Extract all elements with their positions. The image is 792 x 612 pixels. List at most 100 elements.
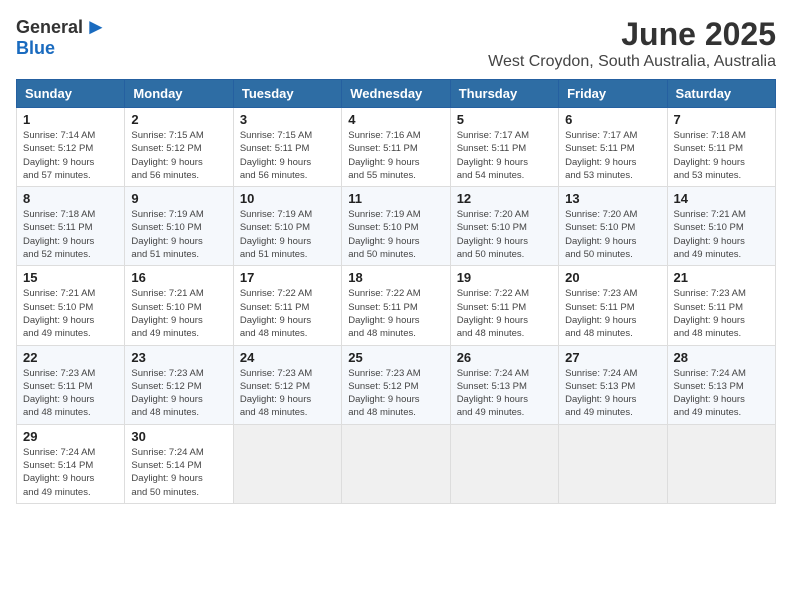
calendar-cell: 10 Sunrise: 7:19 AM Sunset: 5:10 PM Dayli… xyxy=(233,187,341,266)
day-info: Sunrise: 7:23 AM Sunset: 5:11 PM Dayligh… xyxy=(565,287,660,340)
calendar-cell: 15Sunrise: 7:21 AM Sunset: 5:10 PM Dayli… xyxy=(17,266,125,345)
day-number: 15 xyxy=(23,270,118,285)
calendar-cell xyxy=(667,424,775,503)
day-info: Sunrise: 7:17 AM Sunset: 5:11 PM Dayligh… xyxy=(457,129,552,182)
day-number: 28 xyxy=(674,350,769,365)
day-info: Sunrise: 7:23 AM Sunset: 5:12 PM Dayligh… xyxy=(131,367,226,420)
day-number: 6 xyxy=(565,112,660,127)
calendar-cell: 22Sunrise: 7:23 AM Sunset: 5:11 PM Dayli… xyxy=(17,345,125,424)
logo: General ► Blue xyxy=(16,16,107,59)
calendar-cell xyxy=(233,424,341,503)
day-number: 14 xyxy=(674,191,769,206)
day-number: 16 xyxy=(131,270,226,285)
day-number: 25 xyxy=(348,350,443,365)
day-number: 12 xyxy=(457,191,552,206)
weekday-header-cell: Friday xyxy=(559,80,667,108)
day-info: Sunrise: 7:19 AM Sunset: 5:10 PM Dayligh… xyxy=(240,208,335,261)
day-number: 29 xyxy=(23,429,118,444)
calendar-cell: 6Sunrise: 7:17 AM Sunset: 5:11 PM Daylig… xyxy=(559,108,667,187)
logo-general-text: General xyxy=(16,17,83,38)
calendar-cell: 5 Sunrise: 7:17 AM Sunset: 5:11 PM Daylig… xyxy=(450,108,558,187)
calendar-cell: 13 Sunrise: 7:20 AM Sunset: 5:10 PM Dayli… xyxy=(559,187,667,266)
calendar-cell: 4 Sunrise: 7:16 AM Sunset: 5:11 PM Daylig… xyxy=(342,108,450,187)
calendar-cell xyxy=(450,424,558,503)
day-number: 20 xyxy=(565,270,660,285)
calendar-cell: 24 Sunrise: 7:23 AM Sunset: 5:12 PM Dayli… xyxy=(233,345,341,424)
day-number: 10 xyxy=(240,191,335,206)
day-number: 13 xyxy=(565,191,660,206)
day-info: Sunrise: 7:22 AM Sunset: 5:11 PM Dayligh… xyxy=(457,287,552,340)
day-number: 21 xyxy=(674,270,769,285)
calendar-cell: 1Sunrise: 7:14 AM Sunset: 5:12 PM Daylig… xyxy=(17,108,125,187)
calendar-cell: 19 Sunrise: 7:22 AM Sunset: 5:11 PM Dayli… xyxy=(450,266,558,345)
logo-blue-text: Blue xyxy=(16,38,55,59)
logo-arrow-icon: ► xyxy=(85,16,107,38)
calendar-cell: 18Sunrise: 7:22 AM Sunset: 5:11 PM Dayli… xyxy=(342,266,450,345)
day-number: 3 xyxy=(240,112,335,127)
calendar-cell: 27 Sunrise: 7:24 AM Sunset: 5:13 PM Dayli… xyxy=(559,345,667,424)
calendar-cell xyxy=(559,424,667,503)
day-info: Sunrise: 7:23 AM Sunset: 5:11 PM Dayligh… xyxy=(674,287,769,340)
calendar-cell: 30 Sunrise: 7:24 AM Sunset: 5:14 PM Dayli… xyxy=(125,424,233,503)
day-number: 5 xyxy=(457,112,552,127)
weekday-header-cell: Wednesday xyxy=(342,80,450,108)
calendar-week-row: 8Sunrise: 7:18 AM Sunset: 5:11 PM Daylig… xyxy=(17,187,776,266)
day-number: 30 xyxy=(131,429,226,444)
day-number: 11 xyxy=(348,191,443,206)
location-title: West Croydon, South Australia, Australia xyxy=(488,53,776,71)
day-info: Sunrise: 7:24 AM Sunset: 5:14 PM Dayligh… xyxy=(23,446,118,499)
month-title: June 2025 xyxy=(488,16,776,53)
day-number: 18 xyxy=(348,270,443,285)
page-header: General ► Blue June 2025 West Croydon, S… xyxy=(16,16,776,71)
day-number: 24 xyxy=(240,350,335,365)
day-info: Sunrise: 7:19 AM Sunset: 5:10 PM Dayligh… xyxy=(131,208,226,261)
calendar-cell: 3 Sunrise: 7:15 AM Sunset: 5:11 PM Daylig… xyxy=(233,108,341,187)
calendar-cell: 16 Sunrise: 7:21 AM Sunset: 5:10 PM Dayli… xyxy=(125,266,233,345)
calendar-cell: 14 Sunrise: 7:21 AM Sunset: 5:10 PM Dayli… xyxy=(667,187,775,266)
day-info: Sunrise: 7:23 AM Sunset: 5:12 PM Dayligh… xyxy=(240,367,335,420)
calendar-cell: 8Sunrise: 7:18 AM Sunset: 5:11 PM Daylig… xyxy=(17,187,125,266)
weekday-header-cell: Monday xyxy=(125,80,233,108)
weekday-header-cell: Saturday xyxy=(667,80,775,108)
calendar-cell: 11 Sunrise: 7:19 AM Sunset: 5:10 PM Dayli… xyxy=(342,187,450,266)
day-info: Sunrise: 7:18 AM Sunset: 5:11 PM Dayligh… xyxy=(674,129,769,182)
day-info: Sunrise: 7:16 AM Sunset: 5:11 PM Dayligh… xyxy=(348,129,443,182)
calendar-header-row: SundayMondayTuesdayWednesdayThursdayFrid… xyxy=(17,80,776,108)
calendar-cell: 21 Sunrise: 7:23 AM Sunset: 5:11 PM Dayli… xyxy=(667,266,775,345)
weekday-header-cell: Sunday xyxy=(17,80,125,108)
day-info: Sunrise: 7:24 AM Sunset: 5:13 PM Dayligh… xyxy=(674,367,769,420)
day-number: 2 xyxy=(131,112,226,127)
day-info: Sunrise: 7:21 AM Sunset: 5:10 PM Dayligh… xyxy=(131,287,226,340)
title-area: June 2025 West Croydon, South Australia,… xyxy=(488,16,776,71)
day-number: 17 xyxy=(240,270,335,285)
day-info: Sunrise: 7:24 AM Sunset: 5:14 PM Dayligh… xyxy=(131,446,226,499)
day-number: 22 xyxy=(23,350,118,365)
day-info: Sunrise: 7:20 AM Sunset: 5:10 PM Dayligh… xyxy=(457,208,552,261)
day-info: Sunrise: 7:19 AM Sunset: 5:10 PM Dayligh… xyxy=(348,208,443,261)
day-info: Sunrise: 7:21 AM Sunset: 5:10 PM Dayligh… xyxy=(674,208,769,261)
calendar-cell: 2 Sunrise: 7:15 AM Sunset: 5:12 PM Daylig… xyxy=(125,108,233,187)
day-info: Sunrise: 7:15 AM Sunset: 5:11 PM Dayligh… xyxy=(240,129,335,182)
day-number: 9 xyxy=(131,191,226,206)
day-info: Sunrise: 7:23 AM Sunset: 5:12 PM Dayligh… xyxy=(348,367,443,420)
day-info: Sunrise: 7:15 AM Sunset: 5:12 PM Dayligh… xyxy=(131,129,226,182)
calendar-cell: 7Sunrise: 7:18 AM Sunset: 5:11 PM Daylig… xyxy=(667,108,775,187)
calendar-cell: 29 Sunrise: 7:24 AM Sunset: 5:14 PM Dayli… xyxy=(17,424,125,503)
day-number: 8 xyxy=(23,191,118,206)
day-number: 19 xyxy=(457,270,552,285)
day-number: 4 xyxy=(348,112,443,127)
day-number: 27 xyxy=(565,350,660,365)
calendar-week-row: 22Sunrise: 7:23 AM Sunset: 5:11 PM Dayli… xyxy=(17,345,776,424)
day-info: Sunrise: 7:20 AM Sunset: 5:10 PM Dayligh… xyxy=(565,208,660,261)
calendar-cell: 26Sunrise: 7:24 AM Sunset: 5:13 PM Dayli… xyxy=(450,345,558,424)
calendar-cell xyxy=(342,424,450,503)
calendar-cell: 9 Sunrise: 7:19 AM Sunset: 5:10 PM Daylig… xyxy=(125,187,233,266)
weekday-header-cell: Thursday xyxy=(450,80,558,108)
calendar-cell: 20 Sunrise: 7:23 AM Sunset: 5:11 PM Dayli… xyxy=(559,266,667,345)
day-info: Sunrise: 7:24 AM Sunset: 5:13 PM Dayligh… xyxy=(565,367,660,420)
day-info: Sunrise: 7:22 AM Sunset: 5:11 PM Dayligh… xyxy=(240,287,335,340)
day-number: 1 xyxy=(23,112,118,127)
calendar-body: 1Sunrise: 7:14 AM Sunset: 5:12 PM Daylig… xyxy=(17,108,776,504)
calendar-cell: 12 Sunrise: 7:20 AM Sunset: 5:10 PM Dayli… xyxy=(450,187,558,266)
day-info: Sunrise: 7:24 AM Sunset: 5:13 PM Dayligh… xyxy=(457,367,552,420)
